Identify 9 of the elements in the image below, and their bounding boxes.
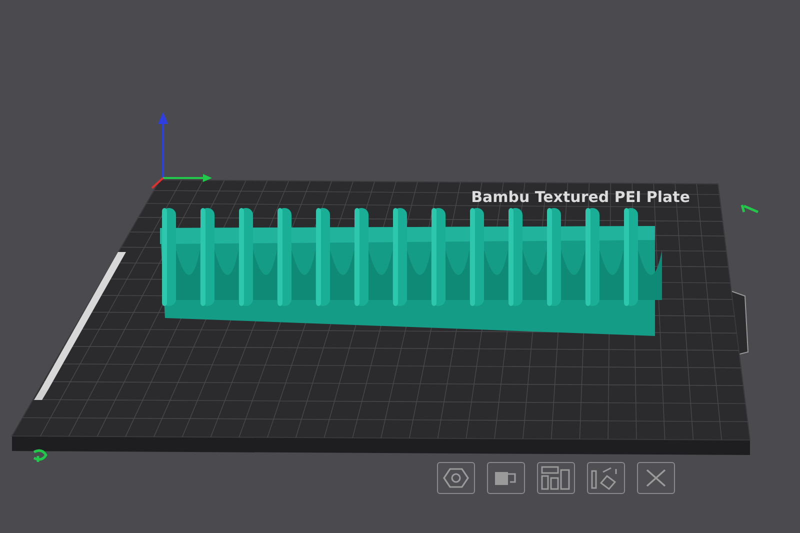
layout-icon xyxy=(541,466,571,490)
hexagon-icon xyxy=(443,467,469,489)
toolbar-button[interactable] xyxy=(487,462,525,494)
toolbar-button[interactable] xyxy=(587,462,625,494)
toolbar-button[interactable] xyxy=(537,462,575,494)
toolbar-button[interactable] xyxy=(437,462,475,494)
plate-label: Bambu Textured PEI Plate xyxy=(471,188,690,206)
close-icon xyxy=(644,467,668,489)
toolbar-button[interactable] xyxy=(637,462,675,494)
